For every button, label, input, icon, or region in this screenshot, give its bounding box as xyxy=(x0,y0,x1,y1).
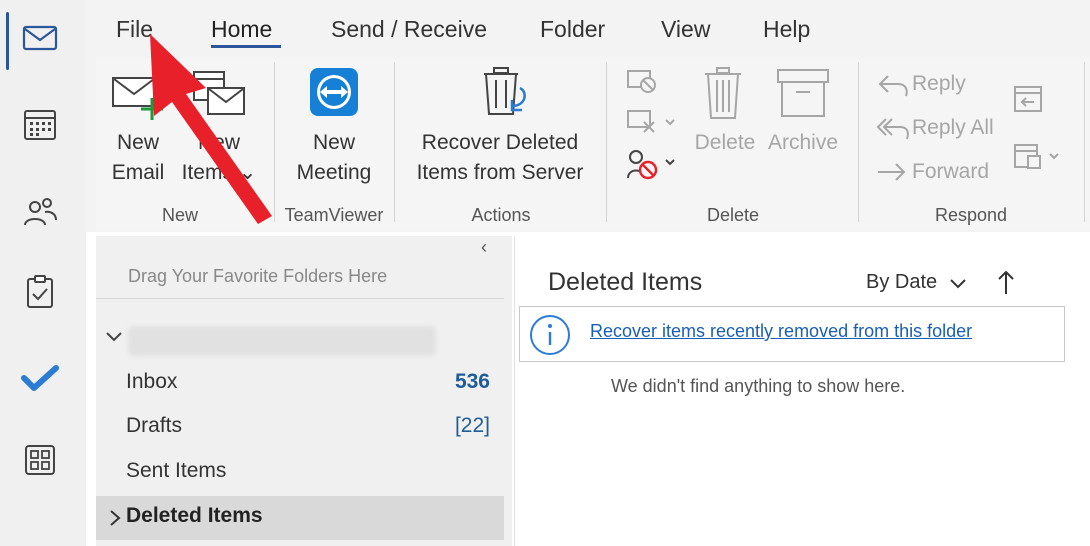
unread-count: 536 xyxy=(454,370,490,393)
archive-icon[interactable] xyxy=(776,68,830,120)
new-items-button[interactable]: New Items ⌄ xyxy=(178,128,260,188)
folder-name: Sent Items xyxy=(126,459,227,482)
folder-name: Drafts xyxy=(126,414,183,437)
recover-line2: Items from Server xyxy=(416,161,584,184)
forward-icon xyxy=(876,160,910,186)
tab-send-receive[interactable]: Send / Receive xyxy=(331,14,487,44)
tab-home[interactable]: Home xyxy=(211,14,272,44)
reply-icon xyxy=(876,72,910,98)
sort-by-button[interactable]: By Date xyxy=(866,271,937,294)
folder-name: Deleted Items xyxy=(126,504,263,527)
tab-home-underline xyxy=(211,45,281,48)
group-label-teamviewer: TeamViewer xyxy=(284,205,384,225)
recover-deleted-button[interactable]: Recover Deleted Items from Server xyxy=(404,128,596,188)
delete-icon[interactable] xyxy=(703,66,743,120)
new-items-icon[interactable] xyxy=(190,66,248,122)
new-items-line2: Items ⌄ xyxy=(181,161,257,184)
junk-icon[interactable] xyxy=(626,146,680,182)
more-respond-icon[interactable] xyxy=(1012,140,1062,172)
active-indicator xyxy=(6,12,9,70)
group-label-respond: Respond xyxy=(934,205,1008,225)
folder-name: Inbox xyxy=(126,370,178,393)
chevron-right-icon[interactable] xyxy=(108,508,122,528)
reply-button[interactable]: Reply xyxy=(912,72,966,96)
new-meeting-line1: New xyxy=(312,131,355,154)
group-separator xyxy=(606,62,607,222)
favorites-divider xyxy=(96,298,504,299)
ignore-icon[interactable] xyxy=(626,68,660,96)
group-separator xyxy=(858,62,859,222)
chevron-down-icon[interactable] xyxy=(104,326,124,346)
new-email-button[interactable]: New Email xyxy=(106,128,170,188)
reply-all-button[interactable]: Reply All xyxy=(912,116,994,140)
reply-all-icon xyxy=(876,115,910,141)
item-count: [22] xyxy=(454,414,490,437)
recover-items-link[interactable]: Recover items recently removed from this… xyxy=(590,321,972,342)
tab-help[interactable]: Help xyxy=(763,14,810,44)
new-email-icon[interactable] xyxy=(110,70,166,122)
folder-sent-items[interactable]: Sent Items xyxy=(96,451,504,495)
group-label-actions: Actions xyxy=(471,205,531,225)
pane-divider xyxy=(514,236,515,546)
forward-button[interactable]: Forward xyxy=(912,160,989,184)
recover-line1: Recover Deleted xyxy=(421,131,579,154)
calendar-icon[interactable] xyxy=(20,104,60,144)
group-separator xyxy=(274,62,275,222)
teamviewer-icon[interactable] xyxy=(308,66,360,118)
info-icon xyxy=(528,313,572,357)
sort-direction-icon[interactable] xyxy=(995,268,1017,296)
tab-folder[interactable]: Folder xyxy=(540,14,605,44)
folder-inbox[interactable]: Inbox 536 xyxy=(96,362,504,406)
tab-file[interactable]: File xyxy=(116,14,153,44)
account-name-redacted[interactable] xyxy=(128,326,436,356)
chevron-down-icon[interactable] xyxy=(949,276,967,292)
new-meeting-button[interactable]: New Meeting xyxy=(286,128,382,188)
new-email-line2: Email xyxy=(111,161,165,184)
collapse-folder-pane-button[interactable]: ‹ xyxy=(481,237,487,258)
delete-button[interactable]: Delete xyxy=(690,128,760,158)
group-separator xyxy=(394,62,395,222)
tasks-icon[interactable] xyxy=(20,272,60,312)
group-separator xyxy=(1084,62,1085,222)
folder-drafts[interactable]: Drafts [22] xyxy=(96,406,504,450)
meeting-reply-icon[interactable] xyxy=(1012,82,1044,114)
archive-button[interactable]: Archive xyxy=(764,128,842,158)
message-list-title: Deleted Items xyxy=(548,268,703,296)
folder-deleted-items[interactable]: Deleted Items xyxy=(96,496,504,540)
new-email-line1: New xyxy=(116,131,159,154)
new-meeting-line2: Meeting xyxy=(296,161,372,184)
mail-icon[interactable] xyxy=(20,18,60,58)
todo-check-icon[interactable] xyxy=(20,358,60,398)
new-items-line1: New xyxy=(197,131,240,154)
group-label-delete: Delete xyxy=(706,205,760,225)
tab-view[interactable]: View xyxy=(661,14,710,44)
favorites-drop-hint: Drag Your Favorite Folders Here xyxy=(128,266,388,286)
clean-up-icon[interactable] xyxy=(626,108,678,136)
recover-deleted-icon[interactable] xyxy=(476,66,532,122)
group-label-new: New xyxy=(161,205,198,225)
empty-state-text: We didn't find anything to show here. xyxy=(611,376,906,396)
people-icon[interactable] xyxy=(20,192,60,232)
apps-icon[interactable] xyxy=(20,440,60,480)
